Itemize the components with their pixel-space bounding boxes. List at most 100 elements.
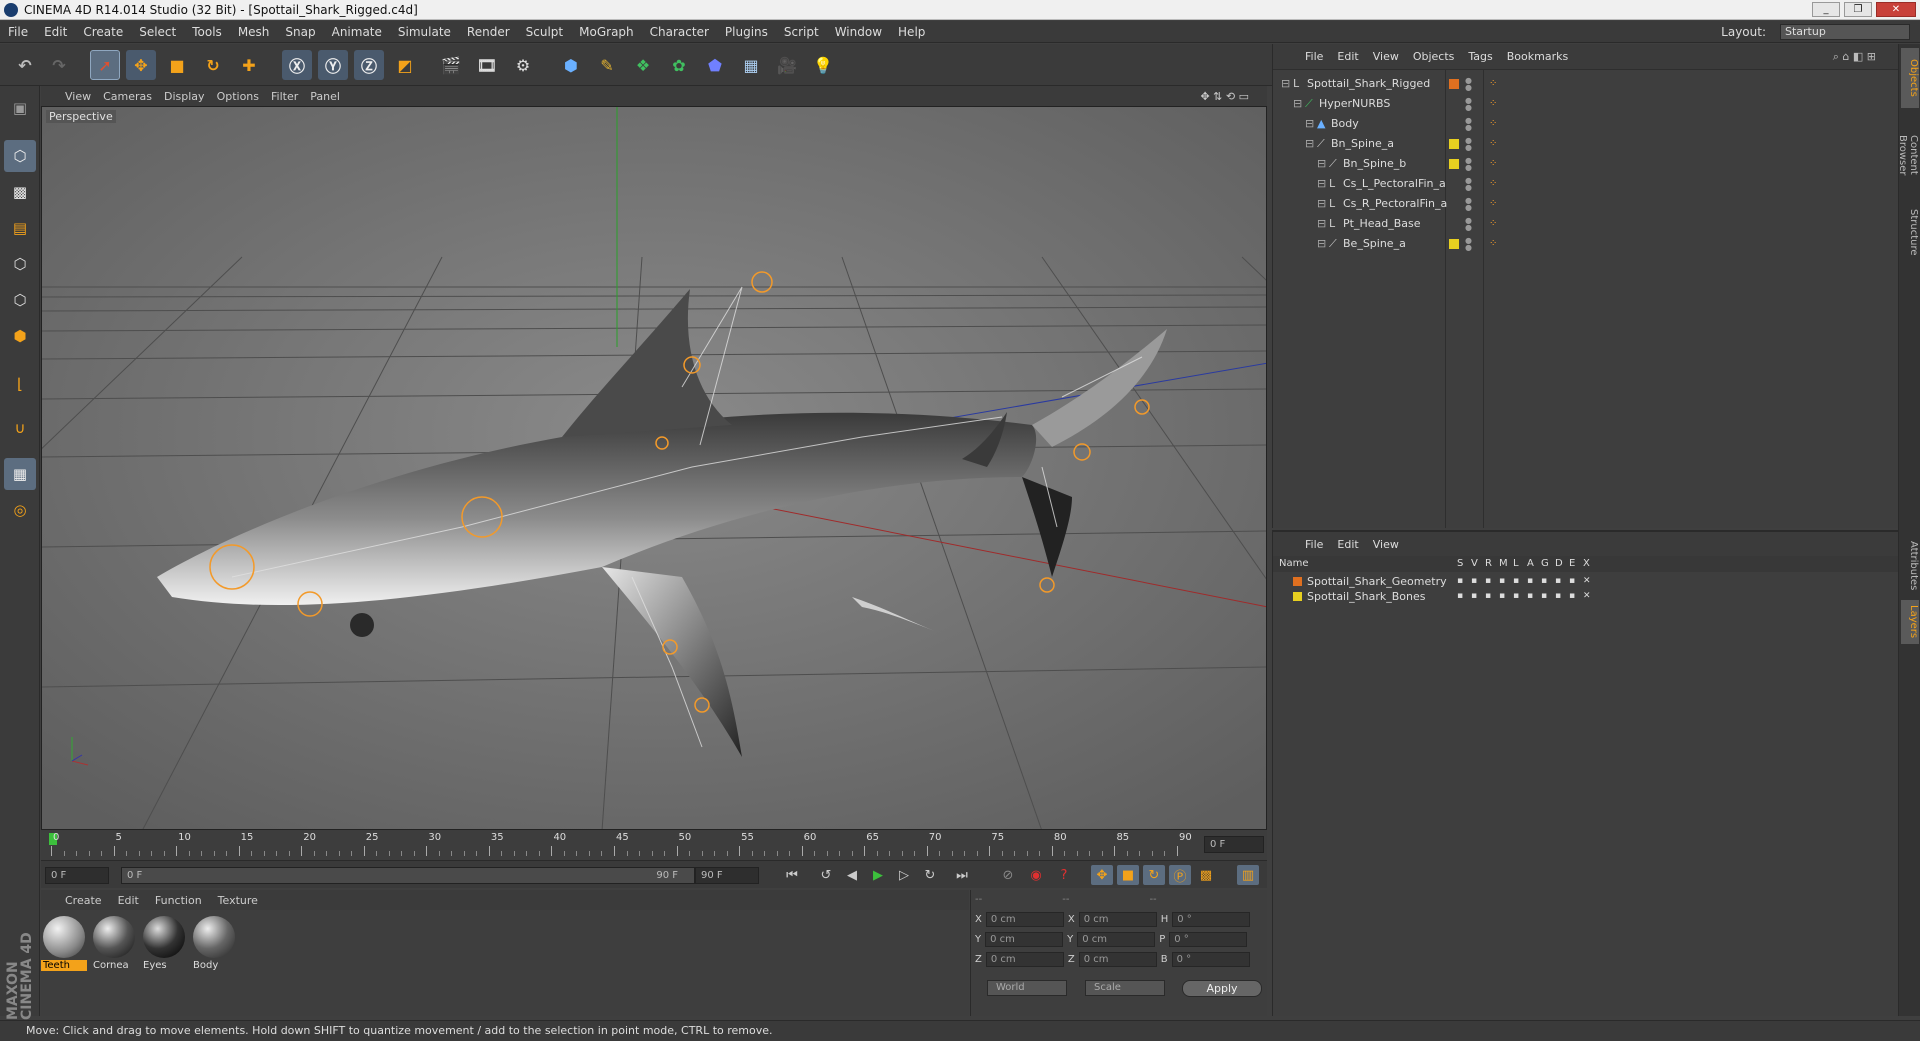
coord-mode-dropdown[interactable]: Scale	[1085, 980, 1165, 996]
redo-icon[interactable]: ↷	[44, 50, 74, 80]
visibility-dots-icon[interactable]: ● ●	[1465, 117, 1472, 132]
tag-icon[interactable]: ⁘	[1489, 154, 1497, 174]
visibility-dots-icon[interactable]: ● ●	[1465, 97, 1472, 112]
objects-menu-edit[interactable]: Edit	[1337, 50, 1372, 63]
goto-end-icon[interactable]: ⏭	[951, 865, 973, 885]
material-cornea[interactable]: Cornea	[91, 916, 137, 976]
expand-toggle-icon[interactable]: ⊟	[1317, 234, 1326, 254]
layer-flag-toggle-icon[interactable]: ▪	[1569, 574, 1575, 589]
expand-toggle-icon[interactable]: ⊟	[1317, 194, 1326, 214]
expand-toggle-icon[interactable]: ⊟	[1317, 214, 1326, 234]
start-frame-field[interactable]: 0 F	[45, 867, 109, 884]
current-frame-field[interactable]: 0 F	[1204, 836, 1264, 853]
scale-tool-icon[interactable]: ■	[162, 50, 192, 80]
layer-flag-toggle-icon[interactable]: ✕	[1583, 574, 1591, 589]
prev-frame-icon[interactable]: ◀	[841, 865, 863, 885]
menu-tools[interactable]: Tools	[184, 25, 230, 39]
menu-mesh[interactable]: Mesh	[230, 25, 278, 39]
layer-flag-header[interactable]: L	[1513, 556, 1519, 572]
viewport-menu-options[interactable]: Options	[217, 90, 271, 103]
rotation-p-field[interactable]: 0 °	[1169, 932, 1248, 947]
coordinate-system-icon[interactable]: ◩	[390, 50, 420, 80]
viewport-menu-panel[interactable]: Panel	[310, 90, 352, 103]
object-row[interactable]: ⊟ L Cs_L_PectoralFin_a ● ● ⁘	[1273, 174, 1899, 194]
material-teeth[interactable]: Teeth	[41, 916, 87, 976]
layer-flag-toggle-icon[interactable]: ▪	[1457, 574, 1463, 589]
layer-flag-toggle-icon[interactable]: ▪	[1513, 589, 1519, 604]
record-keys-icon[interactable]: ⊘	[997, 865, 1019, 885]
timeline-window-icon[interactable]: ▥	[1237, 865, 1259, 885]
objects-menu-view[interactable]: View	[1373, 50, 1413, 63]
material-body[interactable]: Body	[191, 916, 237, 976]
layer-flag-header[interactable]: V	[1471, 556, 1478, 572]
visibility-dots-icon[interactable]: ● ●	[1465, 237, 1472, 252]
layers-menu-file[interactable]: File	[1305, 538, 1337, 551]
key-position-icon[interactable]: ✥	[1091, 865, 1113, 885]
polygons-mode-icon[interactable]: ⬢	[4, 320, 36, 352]
visibility-dots-icon[interactable]: ● ●	[1465, 77, 1472, 92]
close-button[interactable]: ✕	[1876, 2, 1916, 17]
minimize-button[interactable]: _	[1812, 2, 1840, 17]
object-row[interactable]: ⊟ L Spottail_Shark_Rigged ● ● ⁘	[1273, 74, 1899, 94]
size-x-field[interactable]: 0 cm	[1078, 912, 1157, 927]
object-manager-search-icon[interactable]: ⌕ ⌂ ◧ ⊞	[1833, 50, 1890, 64]
visibility-dots-icon[interactable]: ● ●	[1465, 197, 1472, 212]
3d-viewport[interactable]: Perspective	[41, 106, 1267, 830]
key-parameter-icon[interactable]: Ⓟ	[1169, 865, 1191, 885]
object-row[interactable]: ⊟ ▲ Body ● ● ⁘	[1273, 114, 1899, 134]
viewport-menu-filter[interactable]: Filter	[271, 90, 310, 103]
objects-menu-objects[interactable]: Objects	[1413, 50, 1469, 63]
layer-flag-toggle-icon[interactable]: ▪	[1485, 574, 1491, 589]
move-tool-icon[interactable]: ✥	[126, 50, 156, 80]
layer-flag-toggle-icon[interactable]: ▪	[1541, 589, 1547, 604]
select-tool-icon[interactable]: ➚	[90, 50, 120, 80]
expand-toggle-icon[interactable]: ⊟	[1293, 94, 1302, 114]
array-icon[interactable]: ✿	[664, 50, 694, 80]
position-z-field[interactable]: 0 cm	[985, 952, 1064, 967]
workplane-lock-icon[interactable]: ▦	[4, 458, 36, 490]
tag-icon[interactable]: ⁘	[1489, 74, 1497, 94]
material-menu-function[interactable]: Function	[155, 894, 218, 907]
layer-flag-toggle-icon[interactable]: ▪	[1555, 574, 1561, 589]
position-x-field[interactable]: 0 cm	[985, 912, 1064, 927]
layer-flag-toggle-icon[interactable]: ▪	[1499, 574, 1505, 589]
layer-flag-header[interactable]: R	[1485, 556, 1492, 572]
layer-flag-header[interactable]: M	[1499, 556, 1508, 572]
autokey-icon[interactable]: ◉	[1025, 865, 1047, 885]
axis-mode-icon[interactable]: ⌊	[4, 368, 36, 400]
expand-toggle-icon[interactable]: ⊟	[1305, 134, 1314, 154]
layer-flag-header[interactable]: E	[1569, 556, 1575, 572]
layers-menu-edit[interactable]: Edit	[1337, 538, 1372, 551]
objects-menu-bookmarks[interactable]: Bookmarks	[1507, 50, 1582, 63]
layer-flag-header[interactable]: D	[1555, 556, 1563, 572]
viewport-menu-cameras[interactable]: Cameras	[103, 90, 164, 103]
visibility-dots-icon[interactable]: ● ●	[1465, 177, 1472, 192]
next-frame-icon[interactable]: ▷	[893, 865, 915, 885]
expand-toggle-icon[interactable]: ⊟	[1317, 174, 1326, 194]
menu-simulate[interactable]: Simulate	[390, 25, 459, 39]
visibility-dots-icon[interactable]: ● ●	[1465, 217, 1472, 232]
tab-content-browser[interactable]: Content Browser	[1897, 110, 1919, 200]
material-eyes[interactable]: Eyes	[141, 916, 187, 976]
menu-script[interactable]: Script	[776, 25, 827, 39]
rotate-tool-icon[interactable]: ↻	[198, 50, 228, 80]
end-frame-field[interactable]: 90 F	[695, 867, 759, 884]
live-selection-icon[interactable]: ✚	[234, 50, 264, 80]
model-mode-icon[interactable]: ⬡	[4, 140, 36, 172]
expand-toggle-icon[interactable]: ⊟	[1305, 114, 1314, 134]
object-row[interactable]: ⊟ L Pt_Head_Base ● ● ⁘	[1273, 214, 1899, 234]
render-view-icon[interactable]: 🎬	[436, 50, 466, 80]
tab-layers[interactable]: Layers	[1901, 600, 1919, 644]
objects-menu-file[interactable]: File	[1305, 50, 1337, 63]
cube-object-icon[interactable]: ⬢	[556, 50, 586, 80]
render-picture-viewer-icon[interactable]: 🎞	[472, 50, 502, 80]
y-axis-lock-icon[interactable]: Ⓨ	[318, 50, 348, 80]
snap-magnet-icon[interactable]: ∪	[4, 412, 36, 444]
layer-flag-toggle-icon[interactable]: ▪	[1555, 589, 1561, 604]
render-settings-icon[interactable]: ⚙	[508, 50, 538, 80]
viewport-menu-view[interactable]: View	[65, 90, 103, 103]
next-key-icon[interactable]: ↻	[919, 865, 941, 885]
tag-icon[interactable]: ⁘	[1489, 174, 1497, 194]
viewport-menu-display[interactable]: Display	[164, 90, 217, 103]
object-row[interactable]: ⊟ ⟋ Bn_Spine_b ● ● ⁘	[1273, 154, 1899, 174]
